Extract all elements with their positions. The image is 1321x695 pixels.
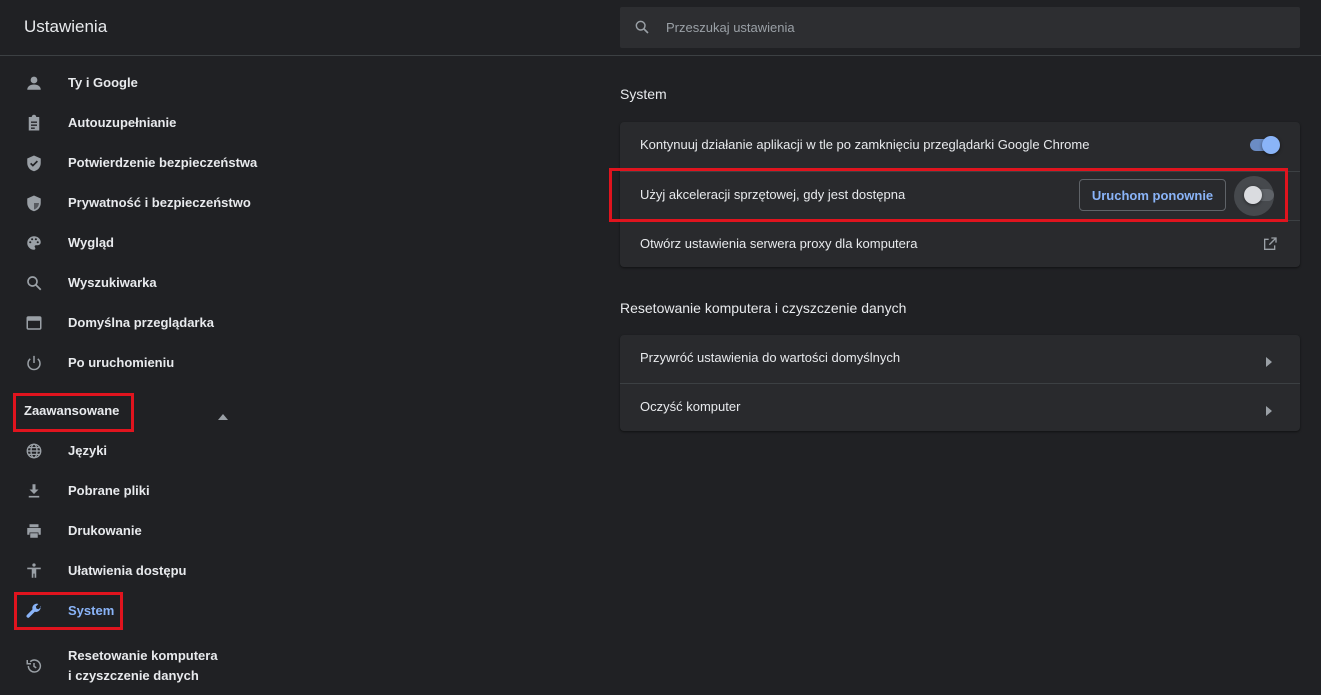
relaunch-button[interactable]: Uruchom ponownie <box>1079 179 1226 211</box>
sidebar-item-printing[interactable]: Drukowanie <box>0 511 260 551</box>
row-label: Przywróć ustawienia do wartości domyślny… <box>640 350 901 365</box>
sidebar-item-languages[interactable]: Języki <box>0 431 260 471</box>
system-card: Kontynuuj działanie aplikacji w tle po z… <box>620 122 1300 267</box>
person-icon <box>24 73 44 93</box>
sidebar-item-system[interactable]: System <box>0 591 260 631</box>
sidebar-item-label: Pobrane pliki <box>68 483 150 498</box>
sidebar-item-label: Prywatność i bezpieczeństwo <box>68 195 251 210</box>
restore-defaults-row[interactable]: Przywróć ustawienia do wartości domyślny… <box>620 335 1300 384</box>
chevron-right-icon <box>1266 403 1272 421</box>
sidebar-item-label: Autouzupełnianie <box>68 115 177 130</box>
section-title-reset: Resetowanie komputera i czyszczenie dany… <box>620 300 907 316</box>
sidebar-item-label: Wyszukiwarka <box>68 275 157 290</box>
clean-up-computer-row[interactable]: Oczyść komputer <box>620 383 1300 432</box>
sidebar-item-privacy[interactable]: Prywatność i bezpieczeństwo <box>0 183 260 223</box>
sidebar-item-default-browser[interactable]: Domyślna przeglądarka <box>0 303 260 343</box>
row-label: Oczyść komputer <box>640 399 741 414</box>
browser-icon <box>24 313 44 333</box>
sidebar-item-label: Wygląd <box>68 235 114 250</box>
sidebar-item-autofill[interactable]: Autouzupełnianie <box>0 103 260 143</box>
printer-icon <box>24 521 44 541</box>
search-icon <box>24 273 44 293</box>
sidebar-item-downloads[interactable]: Pobrane pliki <box>0 471 260 511</box>
globe-icon <box>24 441 44 461</box>
arrow-up-icon <box>218 407 228 425</box>
restore-icon <box>24 656 44 676</box>
section-title-system: System <box>620 86 667 102</box>
search-icon <box>634 19 650 40</box>
chevron-right-icon <box>1266 354 1272 372</box>
row-label: Użyj akceleracji sprzętowej, gdy jest do… <box>640 187 906 202</box>
external-link-icon[interactable] <box>1262 236 1278 257</box>
sidebar-item-label: Języki <box>68 443 108 458</box>
sidebar-item-label: Ułatwienia dostępu <box>68 563 187 578</box>
proxy-settings-row[interactable]: Otwórz ustawienia serwera proxy dla komp… <box>620 220 1300 269</box>
sidebar-item-label: Drukowanie <box>68 523 142 538</box>
clipboard-icon <box>24 113 44 133</box>
toggle-knob <box>1244 186 1262 204</box>
sidebar: Ty i Google Autouzupełnianie Potwierdzen… <box>0 56 260 695</box>
background-apps-toggle[interactable] <box>1248 136 1282 156</box>
search-input[interactable] <box>666 7 1286 48</box>
sidebar-item-safety-check[interactable]: Potwierdzenie bezpieczeństwa <box>0 143 260 183</box>
palette-icon <box>24 233 44 253</box>
sidebar-item-reset[interactable]: Resetowanie komputera i czyszczenie dany… <box>0 641 260 691</box>
sidebar-item-accessibility[interactable]: Ułatwienia dostępu <box>0 551 260 591</box>
sidebar-item-label: Ty i Google <box>68 75 138 90</box>
row-label: Otwórz ustawienia serwera proxy dla komp… <box>640 236 918 251</box>
shield-icon <box>24 193 44 213</box>
search-box[interactable] <box>620 7 1300 48</box>
reset-card: Przywróć ustawienia do wartości domyślny… <box>620 335 1300 431</box>
sidebar-item-label-line2: i czyszczenie danych <box>68 668 199 683</box>
shield-check-icon <box>24 153 44 173</box>
hardware-acceleration-toggle[interactable] <box>1244 186 1278 206</box>
hardware-acceleration-row[interactable]: Użyj akceleracji sprzętowej, gdy jest do… <box>620 171 1300 220</box>
advanced-toggle[interactable]: Zaawansowane <box>0 394 240 428</box>
sidebar-item-label: Resetowanie komputera i czyszczenie dany… <box>68 646 218 686</box>
download-icon <box>24 481 44 501</box>
background-apps-row[interactable]: Kontynuuj działanie aplikacji w tle po z… <box>620 122 1300 171</box>
sidebar-item-label: Po uruchomieniu <box>68 355 175 370</box>
top-bar: Ustawienia <box>0 0 1321 56</box>
sidebar-item-appearance[interactable]: Wygląd <box>0 223 260 263</box>
sidebar-item-search-engine[interactable]: Wyszukiwarka <box>0 263 260 303</box>
sidebar-item-label: Domyślna przeglądarka <box>68 315 214 330</box>
wrench-icon <box>24 601 44 621</box>
advanced-label: Zaawansowane <box>24 403 120 418</box>
accessibility-icon <box>24 561 44 581</box>
row-label: Kontynuuj działanie aplikacji w tle po z… <box>640 137 1090 152</box>
sidebar-item-you-and-google[interactable]: Ty i Google <box>0 63 260 103</box>
sidebar-item-label: System <box>68 603 115 618</box>
sidebar-item-on-startup[interactable]: Po uruchomieniu <box>0 343 260 383</box>
power-icon <box>24 353 44 373</box>
page-title: Ustawienia <box>24 17 108 36</box>
toggle-knob <box>1262 136 1280 154</box>
sidebar-item-label-line1: Resetowanie komputera <box>68 648 218 663</box>
sidebar-item-label: Potwierdzenie bezpieczeństwa <box>68 155 258 170</box>
